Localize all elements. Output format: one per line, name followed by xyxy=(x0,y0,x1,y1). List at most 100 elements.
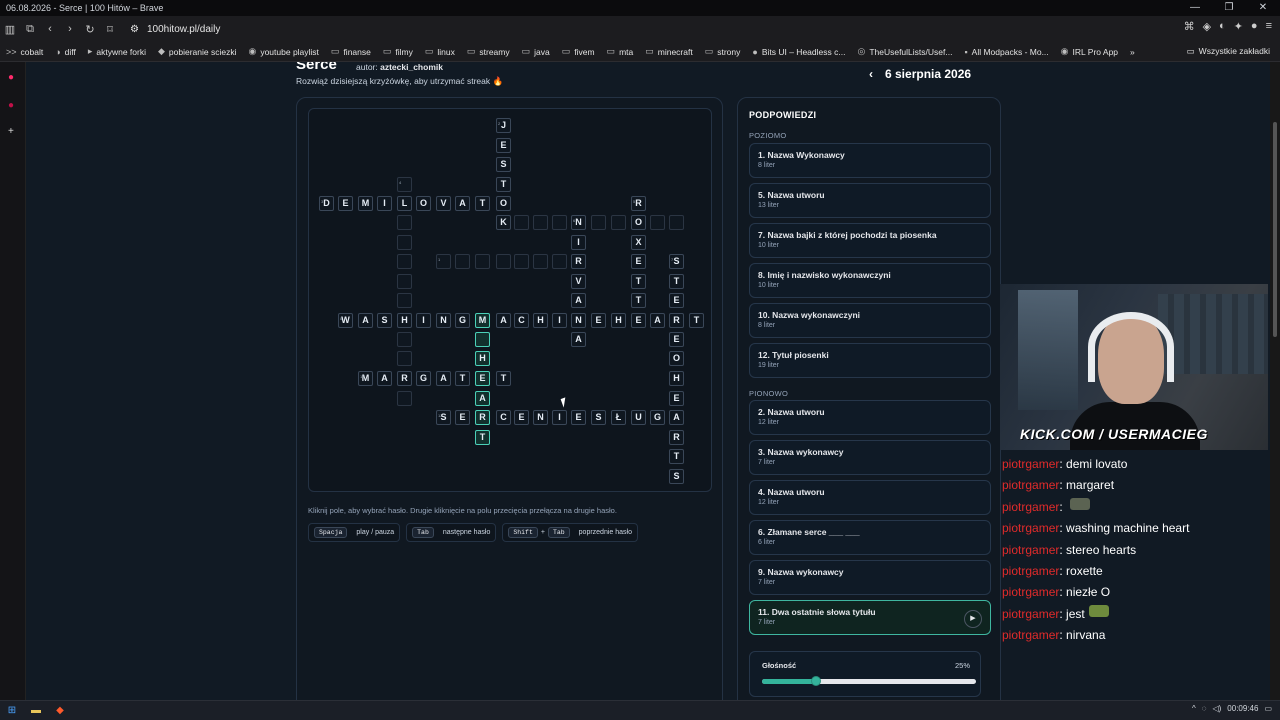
crossword-cell[interactable] xyxy=(475,332,490,347)
clue-item[interactable]: 12. Tytuł piosenki 19 liter xyxy=(749,343,991,378)
crossword-cell[interactable]: V xyxy=(571,274,586,289)
site-settings-icon[interactable]: ⚙ xyxy=(130,24,139,35)
crossword-cell[interactable]: A xyxy=(669,410,684,425)
crossword-cell[interactable]: H xyxy=(397,313,412,328)
crossword-cell[interactable]: T xyxy=(669,449,684,464)
menu-icon[interactable]: ≡ xyxy=(1266,20,1272,33)
volume-slider[interactable] xyxy=(762,676,976,686)
crossword-cell[interactable]: T xyxy=(631,274,646,289)
crossword-cell[interactable]: E xyxy=(475,371,490,386)
crossword-cell[interactable]: E xyxy=(338,196,353,211)
crossword-cell[interactable]: H xyxy=(533,313,548,328)
crossword-cell[interactable]: E xyxy=(669,293,684,308)
brave-shield-icon[interactable]: ◈ xyxy=(1203,20,1211,33)
crossword-cell[interactable]: S xyxy=(377,313,392,328)
bookmark-item[interactable]: ● Bits UI – Headless c... xyxy=(752,47,845,57)
crossword-cell[interactable]: E xyxy=(571,410,586,425)
crossword-cell[interactable]: 4 xyxy=(397,177,412,192)
crossword-cell[interactable]: T xyxy=(475,430,490,445)
crossword-cell[interactable]: O xyxy=(669,351,684,366)
crossword-cell[interactable]: A xyxy=(650,313,665,328)
play-icon[interactable]: ▶ xyxy=(964,610,982,628)
clue-item[interactable]: 3. Nazwa wykonawcy 7 liter xyxy=(749,440,991,475)
crossword-cell[interactable]: R xyxy=(475,410,490,425)
clue-item[interactable]: 8. Imię i nazwisko wykonawczyni 10 liter xyxy=(749,263,991,298)
crossword-cell[interactable]: T xyxy=(689,313,704,328)
crossword-cell[interactable]: E xyxy=(496,138,511,153)
crossword-cell[interactable] xyxy=(533,215,548,230)
bookmark-item[interactable]: ◉ youtube playlist xyxy=(248,46,318,57)
crossword-cell[interactable] xyxy=(591,215,606,230)
scrollbar-thumb[interactable] xyxy=(1273,122,1277,337)
crossword-cell[interactable]: Ł xyxy=(611,410,626,425)
crossword-cell[interactable]: H xyxy=(611,313,626,328)
crossword-cell[interactable]: I xyxy=(571,235,586,250)
crossword-cell[interactable]: I xyxy=(552,313,567,328)
sidebar-add-icon[interactable]: + xyxy=(8,126,14,137)
tab-list-icon[interactable]: ⧉ xyxy=(20,23,40,36)
brave-taskbar-icon[interactable]: ◆ xyxy=(48,705,72,716)
crossword-cell[interactable]: E xyxy=(631,254,646,269)
crossword-cell[interactable]: A xyxy=(377,371,392,386)
crossword-cell[interactable]: I xyxy=(377,196,392,211)
profile-icon[interactable]: ● xyxy=(1251,20,1258,33)
crossword-cell[interactable] xyxy=(514,215,529,230)
crossword-cell[interactable]: H xyxy=(475,351,490,366)
bookmark-icon[interactable]: ⌑ xyxy=(100,23,120,36)
crossword-cell[interactable]: G xyxy=(455,313,470,328)
crossword-cell[interactable]: 10 M xyxy=(358,371,373,386)
crossword-cell[interactable] xyxy=(397,274,412,289)
bookmark-item[interactable]: ▸ aktywne forki xyxy=(88,46,146,57)
crossword-cell[interactable]: 8W xyxy=(338,313,353,328)
forward-icon[interactable]: › xyxy=(60,23,80,35)
close-button[interactable]: ✕ xyxy=(1246,0,1280,16)
crossword-cell[interactable] xyxy=(397,391,412,406)
crossword-cell[interactable]: G xyxy=(650,410,665,425)
translate-icon[interactable]: ⌘ xyxy=(1184,20,1195,33)
url-text[interactable]: 100hitow.pl/daily xyxy=(147,24,220,35)
crossword-cell[interactable]: R xyxy=(397,371,412,386)
crossword-cell[interactable]: K xyxy=(496,215,511,230)
crossword-cell[interactable]: R xyxy=(571,254,586,269)
bookmark-item[interactable]: ▭ minecraft xyxy=(645,46,692,57)
crossword-cell[interactable]: E xyxy=(514,410,529,425)
crossword-cell[interactable] xyxy=(552,254,567,269)
clue-item[interactable]: 5. Nazwa utworu 13 liter xyxy=(749,183,991,218)
bookmark-item[interactable]: ▭ java xyxy=(522,46,550,57)
crossword-cell[interactable]: N xyxy=(571,313,586,328)
crossword-cell[interactable]: A xyxy=(571,332,586,347)
bookmark-item[interactable]: ▭ strony xyxy=(705,46,741,57)
file-explorer-icon[interactable]: ▬ xyxy=(24,705,48,716)
back-icon[interactable]: ‹ xyxy=(40,23,60,35)
crossword-cell[interactable] xyxy=(475,254,490,269)
crossword-cell[interactable]: T xyxy=(631,293,646,308)
clue-item[interactable]: 6. Złamane serce ___ ___ 6 liter xyxy=(749,520,991,555)
bookmark-item[interactable]: ▭ filmy xyxy=(383,46,413,57)
reload-icon[interactable]: ↻ xyxy=(80,23,100,36)
crossword-cell[interactable]: T xyxy=(496,371,511,386)
notifications-icon[interactable]: ▭ xyxy=(1264,704,1272,713)
clue-item[interactable]: 1. Nazwa Wykonawcy 8 liter xyxy=(749,143,991,178)
crossword-cell[interactable]: A xyxy=(496,313,511,328)
bookmark-item[interactable]: ▪ All Modpacks - Mo... xyxy=(964,47,1048,57)
crossword-cell[interactable]: G xyxy=(416,371,431,386)
crossword-cell[interactable]: T xyxy=(669,274,684,289)
crossword-cell[interactable] xyxy=(397,215,412,230)
crossword-cell[interactable]: 1 xyxy=(436,254,451,269)
crossword-cell[interactable] xyxy=(397,254,412,269)
crossword-cell[interactable]: E xyxy=(669,332,684,347)
crossword-cell[interactable]: N xyxy=(436,313,451,328)
sidebar-app-icon[interactable]: ● xyxy=(8,72,14,83)
crossword-cell[interactable]: E xyxy=(455,410,470,425)
clue-item[interactable]: 4. Nazwa utworu 12 liter xyxy=(749,480,991,515)
crossword-cell[interactable]: C xyxy=(496,410,511,425)
crossword-cell[interactable]: O xyxy=(631,215,646,230)
crossword-cell[interactable]: 6N xyxy=(571,215,586,230)
crossword-cell[interactable]: 7S xyxy=(669,254,684,269)
crossword-cell[interactable]: V xyxy=(436,196,451,211)
page-scrollbar[interactable] xyxy=(1270,62,1280,700)
bookmark-item[interactable]: ◉ IRL Pro App xyxy=(1061,46,1118,57)
bookmark-item[interactable]: >> cobalt xyxy=(6,47,43,57)
crossword-cell[interactable] xyxy=(496,254,511,269)
crossword-cell[interactable]: R xyxy=(669,313,684,328)
